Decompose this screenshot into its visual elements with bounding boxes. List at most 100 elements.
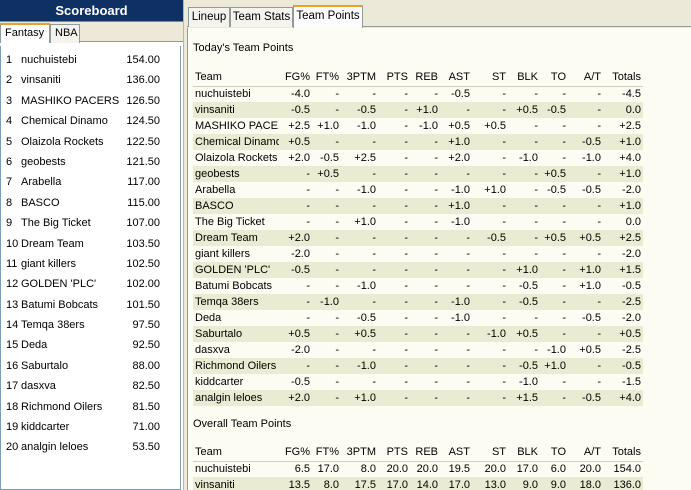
stat-cell: - — [404, 360, 408, 372]
stat-cell: - — [534, 168, 538, 180]
column-header: FT% — [315, 446, 339, 459]
scoreboard-row[interactable]: 12 GOLDEN 'PLC' 102.00 — [1, 274, 180, 294]
stat-cell: - — [434, 248, 438, 260]
stat-cell: +1.0 — [619, 168, 641, 180]
scoreboard-row[interactable]: 5 Olaizola Rockets 122.50 — [1, 132, 180, 152]
column-header: BLK — [517, 446, 538, 459]
stat-cell: 9.0 — [550, 479, 566, 490]
team-points: 117.00 — [127, 176, 160, 189]
table-row: Deda - - -0.5 - - -1.0 - - - -0.5 -2.0 — [193, 310, 643, 326]
team-name: MASHIKO PACERS — [21, 94, 120, 107]
stat-cell: - — [306, 280, 310, 292]
stat-cell: -1.0 — [451, 216, 470, 228]
stat-cell: - — [335, 136, 339, 148]
team-name: The Big Ticket — [21, 217, 91, 230]
team-points: 136.00 — [126, 74, 160, 87]
stat-cell: - — [404, 184, 408, 196]
scoreboard-row[interactable]: 6 geobests 121.50 — [1, 152, 180, 172]
stat-cell: - — [335, 184, 339, 196]
scoreboard-row[interactable]: 19 kiddcarter 71.00 — [1, 417, 180, 437]
stat-cell: - — [502, 248, 506, 260]
column-header: Team — [195, 71, 222, 84]
table-row: MASHIKO PACE... +2.5 +1.0 -1.0- -1.0 +0.5 +0.5… — [193, 118, 643, 134]
tab-lineup[interactable]: Lineup — [188, 7, 230, 27]
stat-cell: - — [404, 168, 408, 180]
stat-cell: -1.0 — [357, 360, 376, 372]
scoreboard-row[interactable]: 8 BASCO 115.00 — [1, 193, 180, 213]
stat-cell: -0.5 — [582, 136, 601, 148]
scoreboard-row[interactable]: 20 analgin leloes 53.50 — [1, 437, 180, 457]
stat-cell: - — [502, 88, 506, 101]
scoreboard-row[interactable]: 10 Dream Team 103.50 — [1, 234, 180, 254]
stat-cell: +0.5 — [516, 328, 538, 340]
scoreboard-title: Scoreboard — [0, 0, 183, 22]
scoreboard-row[interactable]: 18 Richmond Oilers 81.50 — [1, 397, 180, 417]
scoreboard-row[interactable]: 9 The Big Ticket 107.00 — [1, 213, 180, 233]
stat-cell: - — [466, 168, 470, 180]
stat-cell: -0.5 — [622, 280, 641, 292]
stat-cell: - — [335, 264, 339, 276]
scoreboard-row[interactable]: 13 Batumi Bobcats 101.50 — [1, 295, 180, 315]
stat-cell: - — [306, 296, 310, 308]
team-points: 115.00 — [127, 196, 160, 209]
overall-section-title: Overall Team Points — [193, 418, 292, 430]
stat-cell: +1.0 — [484, 184, 506, 196]
team-cell: nuchuistebi — [195, 88, 251, 101]
scoreboard-panel: Scoreboard Fantasy NBA 1 nuchuistebi 154.0… — [0, 0, 183, 490]
scoreboard-row[interactable]: 4 Chemical Dinamo 124.50 — [1, 111, 180, 131]
scoreboard-row[interactable]: 7 Arabella 117.00 — [1, 172, 180, 192]
stat-cell: - — [597, 376, 601, 388]
table-row: Olaizola Rockets +2.0 -0.5 +2.5- - +2.0- -1.0-… — [193, 150, 643, 166]
stat-cell: +1.0 — [579, 280, 601, 292]
column-header: FG% — [284, 446, 310, 459]
scoreboard-row[interactable]: 16 Saburtalo 88.00 — [1, 356, 180, 376]
stat-cell: - — [502, 136, 506, 148]
stat-cell: - — [562, 376, 566, 388]
stat-cell: - — [434, 152, 438, 164]
stat-cell: -2.0 — [291, 248, 310, 260]
stat-cell: - — [306, 216, 310, 228]
main-tabs: Lineup Team Stats Team Points — [187, 0, 691, 28]
table-row: GOLDEN 'PLC' -0.5- - - - - - +1.0- +1.0 +1.5 — [193, 262, 643, 278]
table-row: vinsaniti -0.5- -0.5- +1.0- - +0.5 -0.5-0.0 — [193, 102, 643, 118]
scoreboard-row[interactable]: 2 vinsaniti 136.00 — [1, 70, 180, 90]
stat-cell: -0.5 — [291, 376, 310, 388]
stat-cell: -0.5 — [291, 264, 310, 276]
stat-cell: - — [502, 360, 506, 372]
stat-cell: -0.5 — [357, 312, 376, 324]
table-row: Arabella - - -1.0- - -1.0 +1.0- -0.5 -0.5 -2.0 — [193, 182, 643, 198]
stat-cell: - — [372, 264, 376, 276]
stat-cell: 6.5 — [294, 463, 310, 476]
stat-cell: -1.0 — [451, 296, 470, 308]
team-points: 101.50 — [126, 298, 160, 311]
rank: 8 — [6, 196, 13, 209]
stat-cell: +4.0 — [619, 152, 641, 164]
stat-cell: -0.5 — [519, 296, 538, 308]
tab-nba[interactable]: NBA — [50, 24, 80, 43]
scoreboard-row[interactable]: 3 MASHIKO PACERS 126.50 — [1, 91, 180, 111]
rank: 4 — [6, 115, 13, 128]
scoreboard-row[interactable]: 11 giant killers 102.50 — [1, 254, 180, 274]
team-cell: Saburtalo — [195, 328, 243, 340]
stat-cell: +0.5 — [288, 136, 310, 148]
scoreboard-row[interactable]: 15 Deda 92.50 — [1, 335, 180, 355]
team-cell: Batumi Bobcats — [195, 280, 273, 292]
scoreboard-row[interactable]: 1 nuchuistebi 154.00 — [1, 50, 180, 70]
column-header: PTS — [386, 71, 408, 84]
tab-fantasy[interactable]: Fantasy — [0, 23, 50, 43]
stat-cell: - — [335, 200, 339, 212]
tab-team-points[interactable]: Team Points — [293, 5, 363, 28]
tab-team-stats[interactable]: Team Stats — [230, 7, 293, 27]
stat-cell: +1.0 — [354, 216, 376, 228]
stat-cell: - — [404, 328, 408, 340]
stat-cell: - — [562, 280, 566, 292]
stat-cell: +1.0 — [416, 104, 438, 116]
scoreboard-row[interactable]: 14 Temqa 38ers 97.50 — [1, 315, 180, 335]
stat-cell: - — [335, 344, 339, 356]
team-cell: kiddcarter — [195, 376, 244, 388]
stat-cell: - — [502, 376, 506, 388]
scoreboard-row[interactable]: 17 dasxva 82.50 — [1, 376, 180, 396]
stat-cell: - — [372, 200, 376, 212]
stat-cell: - — [597, 88, 601, 101]
team-cell: MASHIKO PACE... — [195, 120, 279, 132]
